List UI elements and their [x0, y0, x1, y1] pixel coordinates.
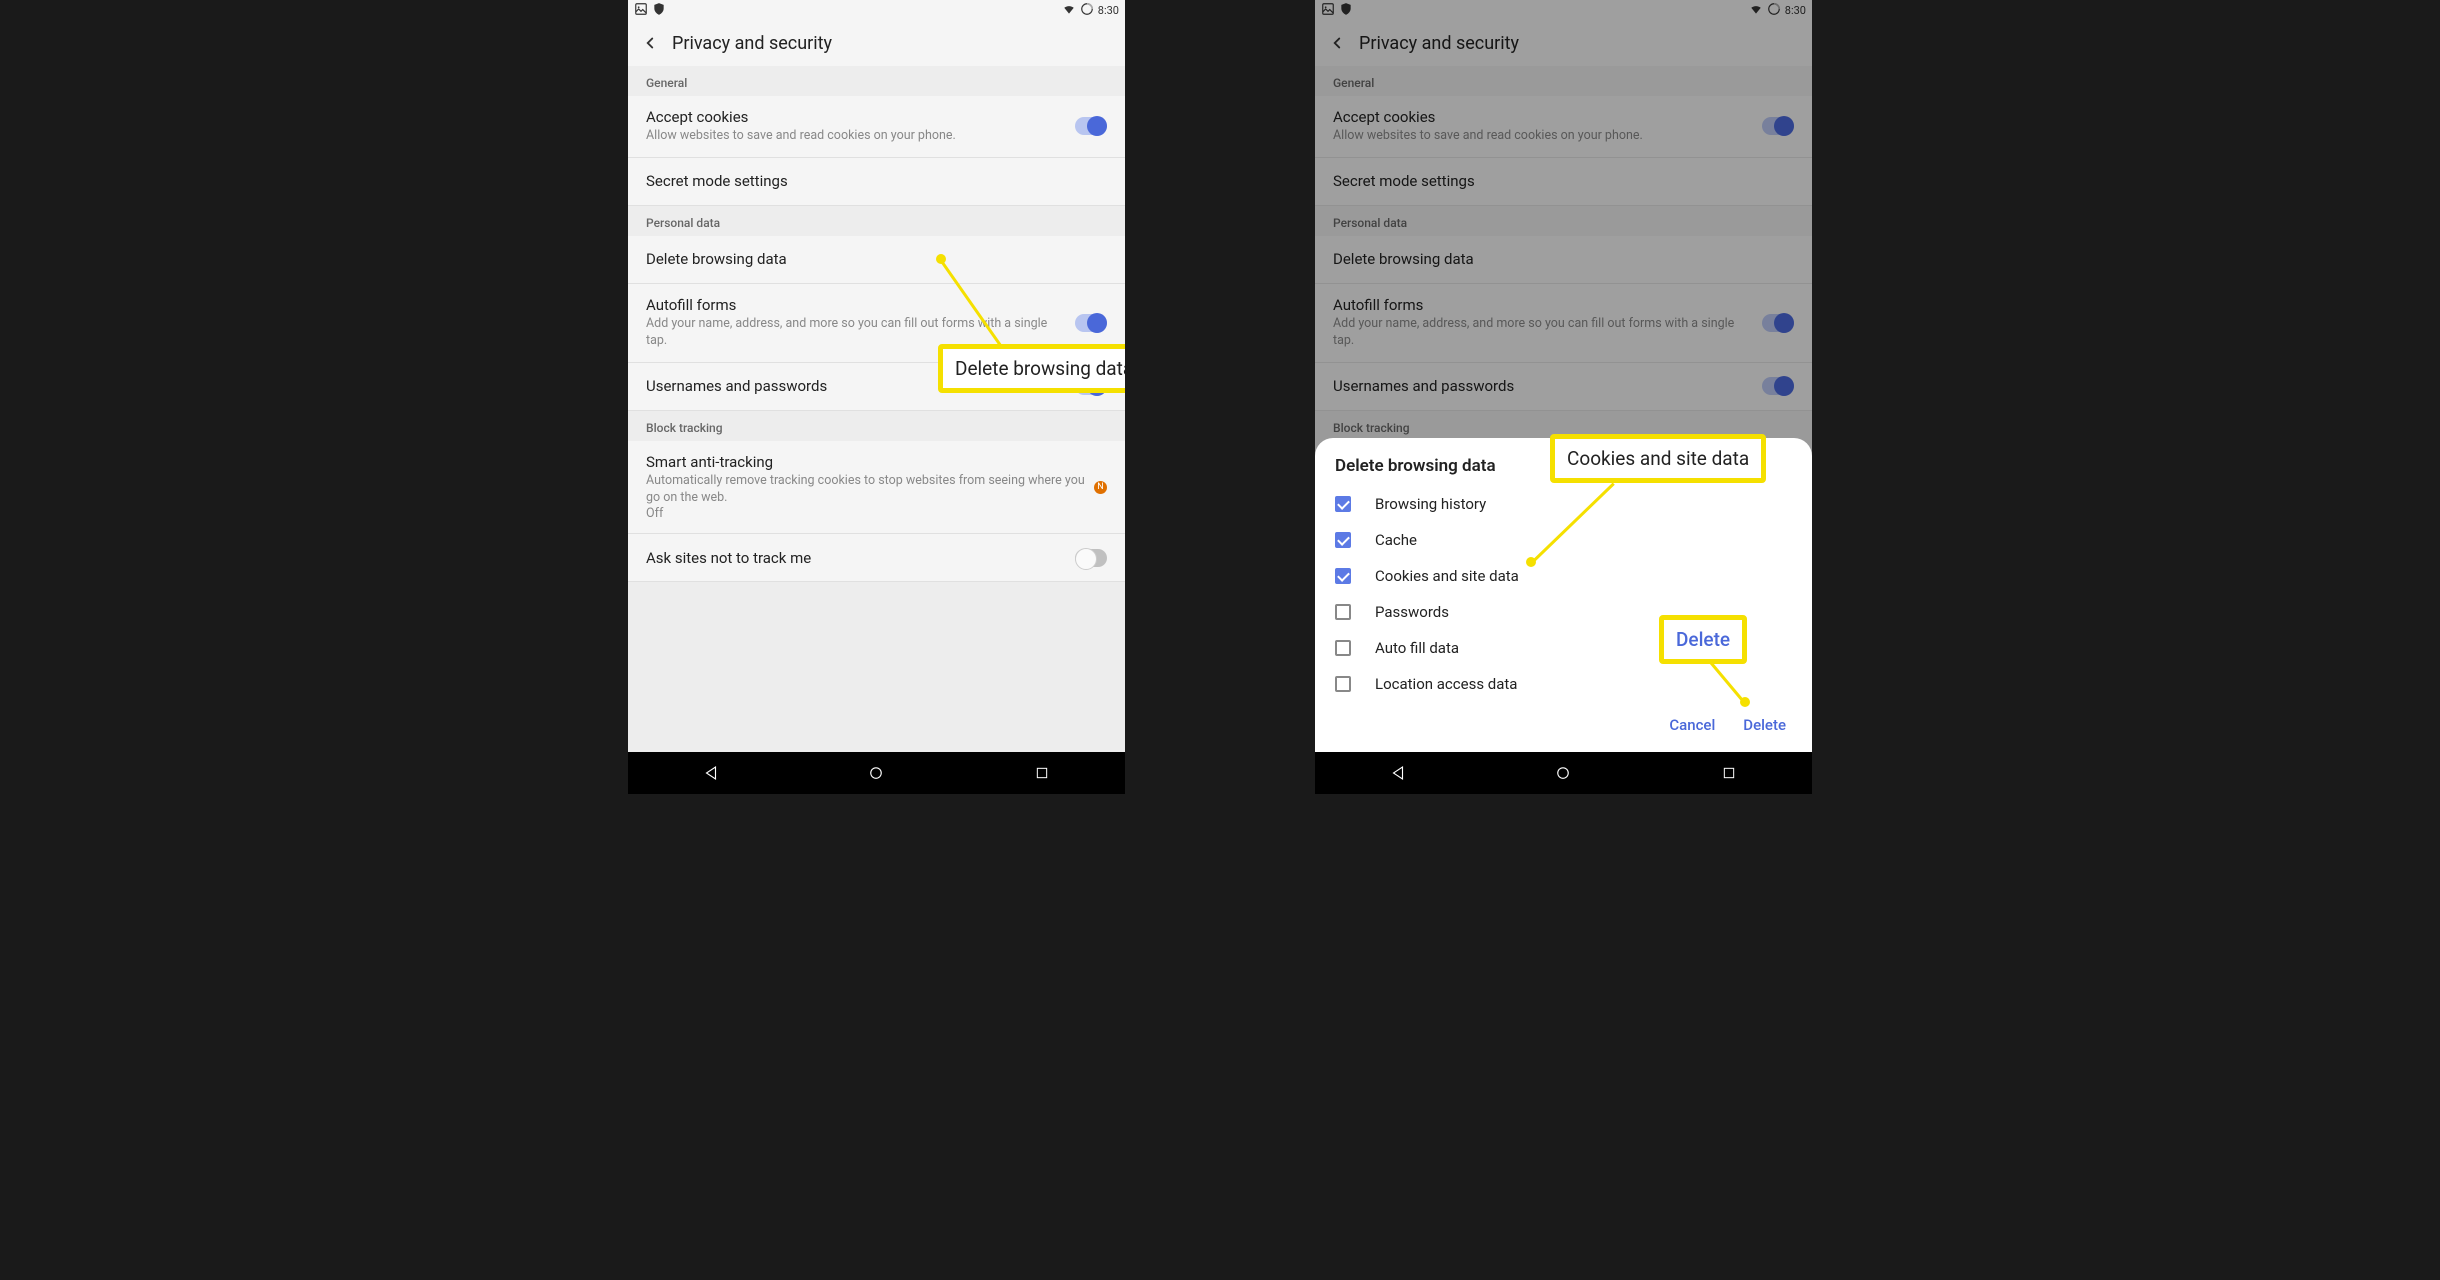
section-general: General	[1315, 66, 1812, 96]
item-title: Autofill forms	[646, 296, 1067, 314]
item-accept-cookies[interactable]: Accept cookies Allow websites to save an…	[628, 96, 1125, 158]
item-subtitle: Allow websites to save and read cookies …	[646, 128, 1067, 145]
system-nav-bar	[1315, 752, 1812, 794]
nav-recent[interactable]	[1717, 761, 1741, 785]
loading-icon	[1767, 2, 1781, 19]
section-general: General	[628, 66, 1125, 96]
option-label: Location access data	[1375, 675, 1517, 693]
status-bar: 8:30	[1315, 0, 1812, 20]
toggle-autofill[interactable]	[1762, 314, 1794, 332]
item-smart-tracking[interactable]: Smart anti-tracking Automatically remove…	[628, 441, 1125, 535]
shield-icon	[652, 2, 666, 19]
callout-marker	[1740, 697, 1750, 707]
item-title: Smart anti-tracking	[646, 453, 1088, 471]
back-button[interactable]	[640, 33, 660, 53]
callout-delete: Delete	[1659, 615, 1747, 664]
item-title: Delete browsing data	[646, 250, 1107, 268]
status-bar: 8:30	[628, 0, 1125, 20]
section-personal: Personal data	[628, 206, 1125, 236]
app-bar: Privacy and security	[628, 20, 1125, 66]
delete-browsing-dialog: Delete browsing data Browsing history Ca…	[1315, 438, 1812, 752]
toggle-autofill[interactable]	[1075, 314, 1107, 332]
nav-back[interactable]	[1386, 761, 1410, 785]
toggle-accept-cookies[interactable]	[1075, 117, 1107, 135]
shield-icon	[1339, 2, 1353, 19]
item-title: Autofill forms	[1333, 296, 1754, 314]
section-block: Block tracking	[628, 411, 1125, 441]
item-delete-browsing[interactable]: Delete browsing data	[628, 236, 1125, 284]
item-title: Secret mode settings	[1333, 172, 1794, 190]
callout-cookies: Cookies and site data	[1550, 434, 1766, 483]
callout-marker	[936, 254, 946, 264]
item-secret-mode[interactable]: Secret mode settings	[628, 158, 1125, 206]
right-screenshot: 8:30 Privacy and security General Accept…	[1315, 0, 1812, 794]
status-time: 8:30	[1785, 4, 1806, 17]
item-accept-cookies[interactable]: Accept cookies Allow websites to save an…	[1315, 96, 1812, 158]
image-icon	[634, 2, 648, 19]
wifi-icon	[1749, 2, 1763, 19]
cancel-button[interactable]: Cancel	[1669, 716, 1715, 734]
checkbox-icon[interactable]	[1335, 532, 1351, 548]
item-title: Accept cookies	[646, 108, 1067, 126]
item-usernames[interactable]: Usernames and passwords	[1315, 363, 1812, 411]
delete-button[interactable]: Delete	[1743, 716, 1786, 734]
dialog-option-cookies[interactable]: Cookies and site data	[1315, 558, 1812, 594]
item-secret-mode[interactable]: Secret mode settings	[1315, 158, 1812, 206]
option-label: Auto fill data	[1375, 639, 1459, 657]
toggle-usernames[interactable]	[1762, 377, 1794, 395]
item-autofill[interactable]: Autofill forms Add your name, address, a…	[1315, 284, 1812, 363]
new-badge: N	[1094, 481, 1107, 494]
toggle-ask-sites[interactable]	[1075, 549, 1107, 567]
option-label: Browsing history	[1375, 495, 1486, 513]
toggle-accept-cookies[interactable]	[1762, 117, 1794, 135]
item-delete-browsing[interactable]: Delete browsing data	[1315, 236, 1812, 284]
dialog-option-browsing-history[interactable]: Browsing history	[1315, 486, 1812, 522]
callout-marker	[1526, 557, 1536, 567]
app-bar: Privacy and security	[1315, 20, 1812, 66]
checkbox-icon[interactable]	[1335, 568, 1351, 584]
nav-home[interactable]	[1551, 761, 1575, 785]
option-label: Cache	[1375, 531, 1417, 549]
item-subtitle: Automatically remove tracking cookies to…	[646, 473, 1088, 507]
checkbox-icon[interactable]	[1335, 640, 1351, 656]
left-screenshot: 8:30 Privacy and security General Accept…	[628, 0, 1125, 794]
nav-recent[interactable]	[1030, 761, 1054, 785]
checkbox-icon[interactable]	[1335, 604, 1351, 620]
section-personal: Personal data	[1315, 206, 1812, 236]
item-title: Usernames and passwords	[1333, 377, 1754, 395]
page-title: Privacy and security	[672, 33, 832, 54]
item-subtitle: Add your name, address, and more so you …	[1333, 316, 1754, 350]
option-label: Cookies and site data	[1375, 567, 1519, 585]
item-title: Delete browsing data	[1333, 250, 1794, 268]
item-ask-sites[interactable]: Ask sites not to track me	[628, 534, 1125, 582]
dialog-option-cache[interactable]: Cache	[1315, 522, 1812, 558]
checkbox-icon[interactable]	[1335, 676, 1351, 692]
loading-icon	[1080, 2, 1094, 19]
item-title: Ask sites not to track me	[646, 549, 1067, 567]
image-icon	[1321, 2, 1335, 19]
nav-back[interactable]	[699, 761, 723, 785]
item-title: Accept cookies	[1333, 108, 1754, 126]
status-time: 8:30	[1098, 4, 1119, 17]
checkbox-icon[interactable]	[1335, 496, 1351, 512]
nav-home[interactable]	[864, 761, 888, 785]
item-title: Secret mode settings	[646, 172, 1107, 190]
callout-delete-browsing: Delete browsing data	[938, 344, 1125, 393]
back-button[interactable]	[1327, 33, 1347, 53]
option-label: Passwords	[1375, 603, 1449, 621]
item-state: Off	[646, 506, 1088, 521]
system-nav-bar	[628, 752, 1125, 794]
item-subtitle: Allow websites to save and read cookies …	[1333, 128, 1754, 145]
wifi-icon	[1062, 2, 1076, 19]
page-title: Privacy and security	[1359, 33, 1519, 54]
